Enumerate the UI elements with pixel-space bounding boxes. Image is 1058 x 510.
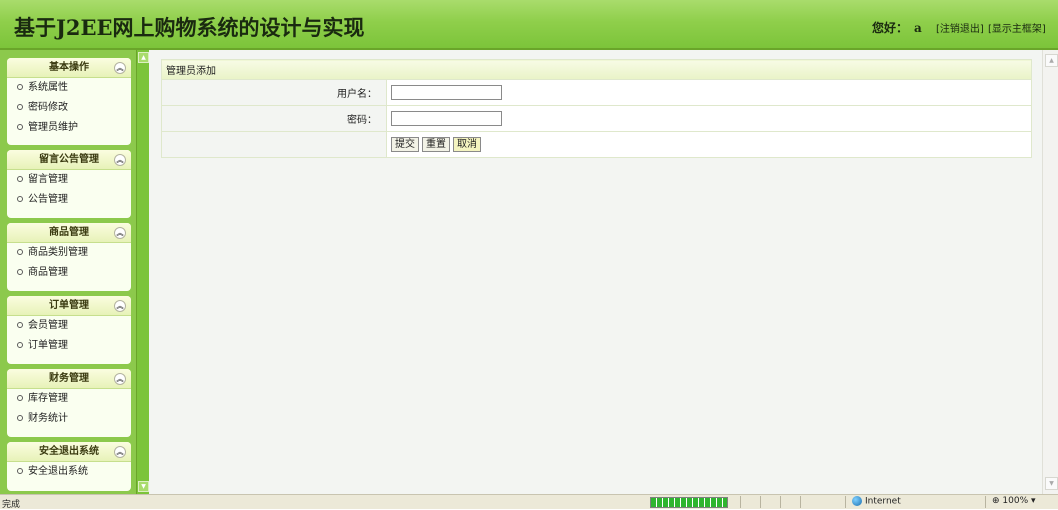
chevron-double-up-icon[interactable]: ︽ [114, 300, 126, 312]
bullet-icon [17, 84, 23, 90]
divider [740, 496, 741, 508]
panel-exit: 安全退出系统 ︽ 安全退出系统 [7, 442, 131, 491]
scroll-down-icon[interactable]: ▼ [138, 481, 149, 492]
panel-basic-ops: 基本操作 ︽ 系统属性 密码修改 管理员维护 [7, 58, 131, 145]
sidebar-item-stock-manage[interactable]: 库存管理 [7, 389, 131, 409]
main-content: 管理员添加 用户名： 密码： 提交 重置 取消 [149, 50, 1042, 494]
panel-title: 留言公告管理 [39, 154, 99, 165]
password-input[interactable] [391, 111, 502, 126]
panel-finance: 财务管理 ︽ 库存管理 财务统计 [7, 369, 131, 437]
progress-fill [651, 498, 727, 507]
sidebar-item-system-properties[interactable]: 系统属性 [7, 78, 131, 98]
password-row: 密码： [161, 105, 1032, 132]
bullet-icon [17, 322, 23, 328]
scroll-down-icon[interactable]: ▼ [1045, 477, 1058, 490]
divider [985, 496, 986, 508]
greeting: 您好： a [872, 19, 922, 36]
status-text: 完成 [2, 500, 21, 510]
sidebar-item-safe-exit[interactable]: 安全退出系统 [7, 462, 131, 482]
panel-header[interactable]: 财务管理 ︽ [7, 369, 131, 389]
button-row: 提交 重置 取消 [161, 131, 1032, 158]
panel-message-notice: 留言公告管理 ︽ 留言管理 公告管理 [7, 150, 131, 218]
submit-button[interactable]: 提交 [391, 137, 419, 152]
frame-splitter[interactable]: ▲ ▼ [136, 50, 149, 494]
chevron-double-up-icon[interactable]: ︽ [114, 227, 126, 239]
globe-icon [852, 496, 862, 506]
sidebar-item-member-manage[interactable]: 会员管理 [7, 316, 131, 336]
bullet-icon [17, 468, 23, 474]
admin-add-form: 管理员添加 用户名： 密码： 提交 重置 取消 [161, 59, 1032, 158]
panel-header[interactable]: 基本操作 ︽ [7, 58, 131, 78]
panel-title: 商品管理 [49, 227, 89, 238]
divider [760, 496, 761, 508]
panel-title: 安全退出系统 [39, 446, 99, 457]
show-main-frame-link[interactable]: [显示主框架] [988, 20, 1046, 35]
status-bar: 完成 Internet ⊕ 100% ▾ [0, 494, 1058, 510]
username-cell [386, 79, 1032, 106]
cancel-button[interactable]: 取消 [453, 137, 481, 152]
chevron-double-up-icon[interactable]: ︽ [114, 154, 126, 166]
progress-bar [650, 497, 728, 508]
password-label: 密码： [161, 105, 387, 132]
reset-button[interactable]: 重置 [422, 137, 450, 152]
button-row-spacer [161, 131, 387, 158]
button-cell: 提交 重置 取消 [386, 131, 1032, 158]
sidebar-item-finance-stats[interactable]: 财务统计 [7, 409, 131, 429]
zoom-control[interactable]: ⊕ 100% ▾ [992, 496, 1036, 506]
sidebar: 基本操作 ︽ 系统属性 密码修改 管理员维护 留言公告管理 ︽ 留言管理 公告管… [0, 50, 136, 494]
chevron-double-up-icon[interactable]: ︽ [114, 62, 126, 74]
username-input[interactable] [391, 85, 502, 100]
form-caption: 管理员添加 [161, 59, 1032, 80]
zoom-icon: ⊕ [992, 496, 1000, 506]
sidebar-item-message-manage[interactable]: 留言管理 [7, 170, 131, 190]
bullet-icon [17, 196, 23, 202]
panel-header[interactable]: 安全退出系统 ︽ [7, 442, 131, 462]
chevron-double-up-icon[interactable]: ︽ [114, 446, 126, 458]
bullet-icon [17, 104, 23, 110]
main-scrollbar[interactable]: ▲ ▼ [1042, 50, 1058, 494]
bullet-icon [17, 249, 23, 255]
security-zone: Internet [852, 496, 901, 507]
bullet-icon [17, 124, 23, 130]
sidebar-item-order-manage[interactable]: 订单管理 [7, 336, 131, 356]
username-label: 用户名： [161, 79, 387, 106]
scroll-up-icon[interactable]: ▲ [138, 52, 149, 63]
password-cell [386, 105, 1032, 132]
site-title: 基于J2EE网上购物系统的设计与实现 [14, 15, 365, 40]
bullet-icon [17, 395, 23, 401]
form-caption-row: 管理员添加 [161, 59, 1032, 80]
panel-header[interactable]: 商品管理 ︽ [7, 223, 131, 243]
panel-order: 订单管理 ︽ 会员管理 订单管理 [7, 296, 131, 364]
logout-link[interactable]: [注销退出] [936, 20, 984, 35]
sidebar-item-admin-maintain[interactable]: 管理员维护 [7, 118, 131, 138]
divider [780, 496, 781, 508]
bullet-icon [17, 342, 23, 348]
panel-header[interactable]: 订单管理 ︽ [7, 296, 131, 316]
panel-header[interactable]: 留言公告管理 ︽ [7, 150, 131, 170]
scroll-up-icon[interactable]: ▲ [1045, 54, 1058, 67]
greeting-label: 您好： [872, 21, 909, 35]
sidebar-item-category-manage[interactable]: 商品类别管理 [7, 243, 131, 263]
sidebar-item-password-change[interactable]: 密码修改 [7, 98, 131, 118]
bullet-icon [17, 415, 23, 421]
chevron-double-up-icon[interactable]: ︽ [114, 373, 126, 385]
username: a [914, 21, 922, 35]
sidebar-item-notice-manage[interactable]: 公告管理 [7, 190, 131, 210]
app-header: 基于J2EE网上购物系统的设计与实现 您好： a [注销退出] [显示主框架] [0, 0, 1058, 50]
panel-title: 财务管理 [49, 373, 89, 384]
divider [845, 496, 846, 508]
panel-product: 商品管理 ︽ 商品类别管理 商品管理 [7, 223, 131, 291]
bullet-icon [17, 176, 23, 182]
divider [800, 496, 801, 508]
bullet-icon [17, 269, 23, 275]
chevron-down-icon[interactable]: ▾ [1031, 496, 1036, 506]
username-row: 用户名： [161, 79, 1032, 106]
sidebar-item-product-manage[interactable]: 商品管理 [7, 263, 131, 283]
panel-title: 基本操作 [49, 62, 89, 73]
panel-title: 订单管理 [49, 300, 89, 311]
